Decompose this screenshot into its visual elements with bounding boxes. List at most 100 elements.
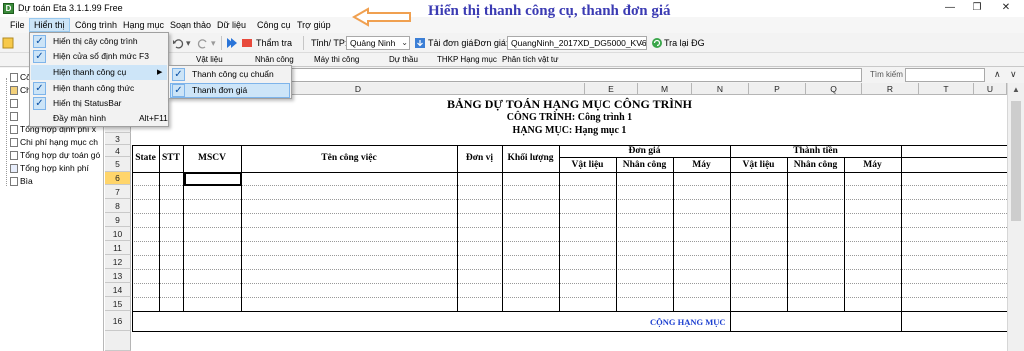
- menu-item-show-project-tree[interactable]: ✓ Hiển thị cây công trình: [31, 34, 167, 49]
- header-task-name: Tên công việc: [321, 153, 377, 163]
- price-tab-thkp[interactable]: THKP Hạng mục: [437, 55, 497, 64]
- menu-item-show-formula-bar[interactable]: ✓ Hiện thanh công thức: [31, 81, 167, 96]
- checkmark-icon: ✓: [33, 50, 46, 63]
- tree-connector: [6, 78, 7, 186]
- sigma-icon: [10, 164, 18, 174]
- grid-line: [132, 172, 1007, 173]
- menu-item-category[interactable]: Hạng mục: [119, 18, 168, 32]
- folder-icon: [10, 73, 18, 83]
- scrollbar-thumb[interactable]: [1011, 101, 1021, 221]
- submenu-arrow-icon: ▶: [157, 69, 163, 76]
- price-tab-machinery[interactable]: Máy thi công: [314, 55, 359, 64]
- menu-item-show-toolbars[interactable]: Hiện thanh công cụ ▶: [31, 65, 167, 80]
- chevron-down-icon[interactable]: ∨: [1010, 69, 1017, 80]
- close-button[interactable]: ✕: [992, 1, 1020, 15]
- vertical-scrollbar[interactable]: ▲: [1007, 83, 1024, 351]
- tree-item[interactable]: Bìa: [10, 176, 102, 187]
- column-header[interactable]: U: [974, 83, 1007, 95]
- estimate-sheet[interactable]: D E M N P Q R T U 3 4 5 6 7 8 9 10 11 12…: [105, 83, 1007, 351]
- menu-view[interactable]: Hiển thị: [29, 18, 70, 32]
- review-icon[interactable]: [241, 37, 253, 49]
- search-input[interactable]: [905, 68, 985, 82]
- grid-line: [901, 145, 902, 331]
- price-book-select[interactable]: QuangNinh_2017XD_DG5000_KV6 ⌄: [507, 36, 647, 50]
- redo-icon[interactable]: [197, 37, 209, 49]
- grid-line: [132, 283, 1007, 284]
- scroll-up-icon[interactable]: ▲: [1012, 85, 1020, 94]
- menu-project[interactable]: Công trình: [71, 18, 121, 32]
- maximize-button[interactable]: ❐: [963, 1, 991, 15]
- price-tab-analysis[interactable]: Phân tích vật tư: [502, 55, 559, 64]
- province-select[interactable]: Quảng Ninh ⌄: [346, 36, 410, 50]
- row-header[interactable]: 11: [105, 241, 131, 255]
- row-header[interactable]: 10: [105, 227, 131, 241]
- menu-item-fullscreen[interactable]: Đầy màn hình Alt+F11: [31, 111, 168, 126]
- row-header[interactable]: 4: [105, 145, 131, 157]
- submenu-item-standard-toolbar[interactable]: ✓ Thanh công cụ chuẩn: [170, 67, 290, 82]
- active-cell[interactable]: [184, 172, 242, 186]
- row-header[interactable]: 16: [105, 311, 131, 331]
- price-tab-bid[interactable]: Dự thầu: [389, 55, 418, 64]
- column-header[interactable]: N: [692, 83, 749, 95]
- column-header[interactable]: P: [749, 83, 806, 95]
- column-header[interactable]: Q: [806, 83, 862, 95]
- grid-line: [673, 157, 674, 311]
- undo-icon[interactable]: [172, 37, 184, 49]
- menu-edit[interactable]: Soạn thảo: [166, 18, 215, 32]
- menu-tools[interactable]: Công cụ: [253, 18, 295, 32]
- column-header[interactable]: M: [638, 83, 692, 95]
- header-materials: Vật liệu: [571, 160, 604, 170]
- menu-help[interactable]: Trợ giúp: [293, 18, 335, 32]
- menu-item-show-norm-window[interactable]: ✓ Hiện cửa sổ định mức F3: [31, 49, 167, 64]
- row-header[interactable]: 3: [105, 133, 131, 145]
- column-header[interactable]: R: [862, 83, 919, 95]
- grid-line: [132, 269, 1007, 270]
- column-header[interactable]: T: [919, 83, 974, 95]
- checkmark-icon: ✓: [33, 82, 46, 95]
- sheet-subtitle-category: HẠNG MỤC: Hạng mục 1: [512, 125, 627, 136]
- refresh-icon[interactable]: [651, 37, 663, 49]
- tai-don-gia-button[interactable]: Tải đơn giá: [428, 38, 473, 48]
- sheet-subtitle-project: CÔNG TRÌNH: Công trình 1: [506, 112, 633, 123]
- checkmark-icon: ✓: [172, 84, 185, 97]
- row-header[interactable]: 8: [105, 199, 131, 213]
- menu-item-show-statusbar[interactable]: ✓ Hiển thị StatusBar: [31, 96, 167, 111]
- tree-item[interactable]: Tổng hợp kinh phí: [10, 163, 102, 174]
- header-state: State: [135, 153, 156, 163]
- redo-dropdown-icon[interactable]: ▾: [211, 38, 216, 49]
- chevron-up-icon[interactable]: ∧: [994, 69, 1001, 80]
- tree-item[interactable]: Tổng hợp dự toán gó: [10, 150, 102, 161]
- tra-lai-button[interactable]: Tra lại ĐG: [664, 38, 705, 48]
- tree-item[interactable]: Chi phí hạng mục ch: [10, 137, 102, 148]
- grid-line: [844, 157, 845, 311]
- header-unit-price: Đơn giá: [628, 146, 661, 156]
- row-header[interactable]: [105, 331, 131, 351]
- document-icon: [10, 138, 18, 148]
- undo-dropdown-icon[interactable]: ▾: [186, 38, 191, 49]
- row-header[interactable]: 14: [105, 283, 131, 297]
- download-price-icon[interactable]: [414, 37, 426, 49]
- menu-data[interactable]: Dữ liệu: [213, 18, 250, 32]
- row-header[interactable]: 7: [105, 185, 131, 199]
- price-tab-materials[interactable]: Vật liệu: [196, 55, 223, 64]
- run-icon[interactable]: [226, 37, 238, 49]
- price-label: Đơn giá:: [474, 38, 509, 48]
- row-header[interactable]: 13: [105, 269, 131, 283]
- grid-line: [457, 145, 458, 311]
- submenu-item-price-toolbar[interactable]: ✓ Thanh đơn giá: [170, 83, 290, 98]
- price-tab-labor[interactable]: Nhân công: [255, 55, 294, 64]
- row-header[interactable]: 5: [105, 157, 131, 172]
- grid-line: [132, 145, 133, 331]
- menu-file[interactable]: File: [6, 18, 29, 32]
- document-icon: [10, 151, 18, 161]
- header-amount: Thành tiền: [793, 146, 838, 156]
- row-header[interactable]: 9: [105, 213, 131, 227]
- row-header-selected[interactable]: 6: [105, 172, 131, 185]
- new-file-icon[interactable]: [2, 37, 14, 49]
- search-label: Tìm kiếm: [870, 70, 903, 79]
- minimize-button[interactable]: —: [936, 1, 964, 15]
- tham-tra-button[interactable]: Thẩm tra: [256, 38, 292, 48]
- column-header[interactable]: E: [585, 83, 638, 95]
- row-header[interactable]: 15: [105, 297, 131, 311]
- row-header[interactable]: 12: [105, 255, 131, 269]
